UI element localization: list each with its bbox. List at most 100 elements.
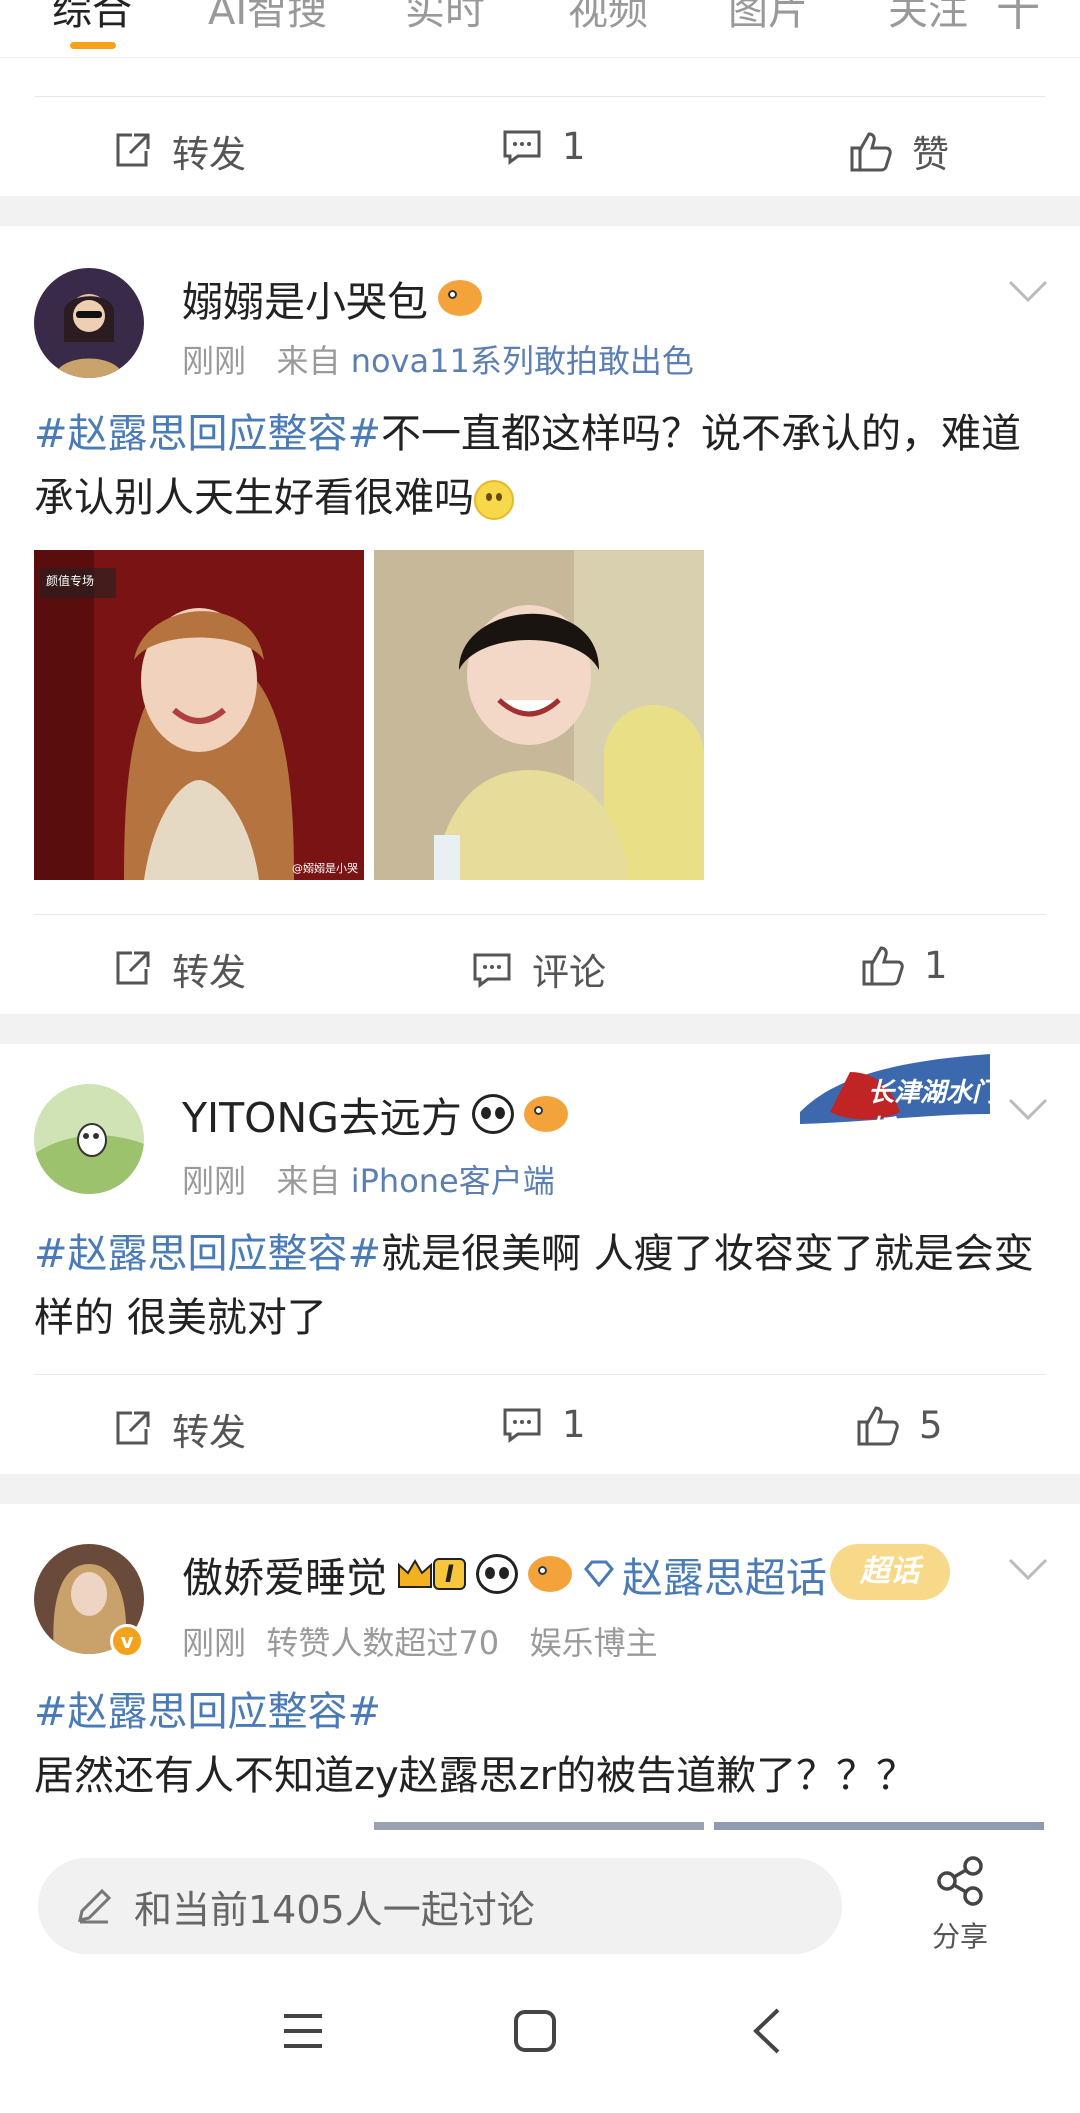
thumbs-up-icon: [857, 1406, 899, 1446]
post-meta: 刚刚 来自 nova11系列敢拍敢出色: [182, 336, 694, 382]
username[interactable]: YITONG去远方: [182, 1084, 568, 1144]
share-button[interactable]: 分享: [900, 1854, 1020, 1955]
like-count: 1: [924, 943, 948, 987]
post-card: 嫋嫋是小哭包 刚刚 来自 nova11系列敢拍敢出色 #赵露思回应整容#不一直都…: [0, 226, 1080, 1014]
like-count: 5: [919, 1403, 943, 1447]
like-button[interactable]: 1: [860, 942, 948, 988]
thumbs-up-icon: [850, 132, 892, 172]
comment-count: 1: [562, 1402, 586, 1446]
post-source: nova11系列敢拍敢出色: [350, 342, 694, 380]
post-separator: [0, 196, 1080, 226]
chevron-down-icon[interactable]: [1006, 1094, 1050, 1124]
post-meta: 刚刚 转赞人数超过70 娱乐博主: [182, 1618, 658, 1664]
fish-badge-icon: [523, 1096, 568, 1132]
post-text: #赵露思回应整容#就是很美啊 人瘦了妆容变了就是会变样的 很美就对了: [34, 1222, 1050, 1350]
divider: [34, 1374, 1046, 1375]
tab-video[interactable]: 视频: [568, 0, 648, 36]
post-meta: 刚刚 来自 iPhone客户端: [182, 1156, 555, 1202]
system-nav-bar: [0, 1970, 1080, 2113]
tab-realtime[interactable]: 实时: [405, 0, 485, 36]
post-time: 刚刚: [182, 1162, 247, 1200]
post-time: 刚刚: [182, 1624, 247, 1662]
repost-label: 转发: [172, 951, 246, 994]
active-tab-indicator: [70, 42, 116, 49]
comment-button[interactable]: 1: [500, 124, 586, 168]
username[interactable]: 傲娇爱睡觉 I 赵露思超话: [182, 1544, 827, 1604]
promo-banner[interactable]: 长津湖水门桥: [790, 1052, 1005, 1145]
post-image[interactable]: [374, 550, 704, 880]
username-text: YITONG去远方: [182, 1094, 462, 1142]
post-text: #赵露思回应整容#不一直都这样吗？说不承认的，难道承认别人天生好看很难吗: [34, 402, 1050, 530]
thumbs-up-icon: [862, 946, 904, 986]
fish-badge-icon: [527, 1556, 572, 1592]
comment-icon: [503, 130, 541, 165]
verified-badge-icon: v: [110, 1624, 144, 1658]
post-separator: [0, 1014, 1080, 1044]
discussion-input-placeholder: 和当前1405人一起讨论: [134, 1887, 535, 1932]
share-icon: [937, 1856, 983, 1906]
hashtag-link[interactable]: #赵露思回应整容#: [34, 1680, 1050, 1744]
discussion-input[interactable]: 和当前1405人一起讨论: [38, 1858, 842, 1954]
recent-apps-icon[interactable]: [282, 2010, 324, 2052]
repost-label: 转发: [172, 133, 246, 176]
share-label: 分享: [931, 1920, 988, 1953]
post-card: v 傲娇爱睡觉 I 赵露思超话 超话 刚刚 转赞人数超过70 娱乐博主 #赵露思…: [0, 1504, 1080, 1834]
post-actions: 转发 1 5: [0, 1374, 1080, 1474]
crown-icon: [398, 1559, 432, 1588]
like-button[interactable]: 5: [855, 1402, 943, 1448]
weibo-search-page: 综合 AI智搜 实时 视频 图片 关注 十 转发 1 赞 嫋嫋是小哭包 刚刚 来…: [0, 0, 1080, 2113]
super-topic-link[interactable]: 赵露思超话: [622, 1544, 827, 1604]
repost-button[interactable]: 转发: [110, 124, 246, 178]
level-badge: I: [433, 1558, 466, 1590]
smile-emoji-icon: [474, 480, 514, 520]
repost-label: 转发: [172, 1411, 246, 1454]
post-text: #赵露思回应整容# 居然还有人不知道zy赵露思zr的被告道歉了？？？: [34, 1680, 1050, 1808]
repost-icon: [116, 1411, 150, 1445]
home-icon[interactable]: [512, 2008, 558, 2054]
avatar[interactable]: [34, 1084, 144, 1194]
like-button[interactable]: 赞: [848, 124, 949, 178]
comment-label: 评论: [532, 951, 606, 994]
repost-button[interactable]: 转发: [110, 1402, 246, 1456]
hashtag-link[interactable]: #赵露思回应整容#: [34, 411, 381, 457]
panda-badge-icon: [475, 1554, 518, 1594]
source-prefix: 来自: [276, 1162, 341, 1200]
comment-button[interactable]: 评论: [470, 942, 606, 996]
tab-comprehensive[interactable]: 综合: [52, 0, 132, 36]
username-text: 傲娇爱睡觉: [182, 1554, 387, 1602]
tab-following[interactable]: 关注: [888, 0, 968, 36]
tab-more-button[interactable]: 十: [996, 0, 1040, 38]
post-image[interactable]: 颜值专场 @嫋嫋是小哭: [34, 550, 364, 880]
comment-icon: [473, 953, 511, 988]
username[interactable]: 嫋嫋是小哭包: [182, 268, 482, 328]
like-label: 赞: [912, 133, 949, 176]
comment-button[interactable]: 1: [500, 1402, 586, 1446]
divider: [34, 96, 1046, 97]
post-time: 刚刚: [182, 342, 247, 380]
user-category: 娱乐博主: [529, 1624, 658, 1662]
prev-post-actions: 转发 1 赞: [0, 96, 1080, 196]
post-source: iPhone客户端: [350, 1162, 555, 1200]
image-badge: 颜值专场: [46, 574, 95, 588]
super-topic-badge[interactable]: 超话: [830, 1544, 950, 1600]
panda-badge-icon: [471, 1094, 514, 1134]
comment-count: 1: [562, 124, 586, 168]
username-text: 嫋嫋是小哭包: [182, 278, 428, 326]
chevron-down-icon[interactable]: [1006, 276, 1050, 306]
bottom-input-bar: 和当前1405人一起讨论 分享: [0, 1830, 1080, 1970]
search-tabs: 综合 AI智搜 实时 视频 图片 关注 十: [0, 0, 1080, 58]
comment-icon: [503, 1408, 541, 1443]
hashtag-link[interactable]: #赵露思回应整容#: [34, 1231, 381, 1277]
tab-ai-search[interactable]: AI智搜: [208, 0, 327, 36]
back-icon[interactable]: [748, 2006, 788, 2056]
avatar[interactable]: [34, 268, 144, 378]
repost-icon: [116, 133, 150, 167]
repost-button[interactable]: 转发: [110, 942, 246, 996]
post-body-text: 居然还有人不知道zy赵露思zr的被告道歉了？？？: [34, 1753, 917, 1799]
repost-like-stat: 转赞人数超过70: [266, 1624, 500, 1662]
post-separator: [0, 1474, 1080, 1504]
repost-icon: [116, 951, 150, 985]
super-topic-badge-text: 超话: [860, 1554, 920, 1589]
tab-images[interactable]: 图片: [728, 0, 808, 36]
chevron-down-icon[interactable]: [1006, 1554, 1050, 1584]
